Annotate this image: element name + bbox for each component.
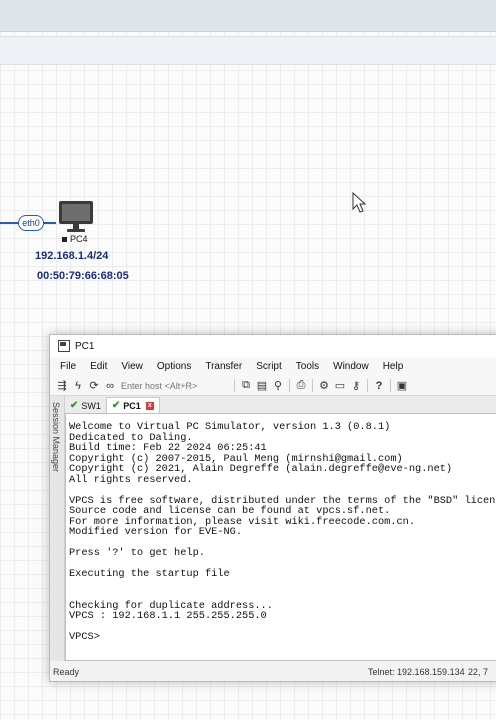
network-link[interactable] [0, 222, 20, 224]
toolbar-separator [390, 379, 391, 392]
menu-transfer[interactable]: Transfer [198, 361, 249, 372]
toolbar-separator [289, 379, 290, 392]
window-title: PC1 [75, 340, 95, 352]
reconnect-icon[interactable]: ⟳ [86, 379, 102, 393]
node-ip-address: 192.168.1.4/24 [35, 250, 109, 262]
menu-bar: File Edit View Options Transfer Script T… [50, 357, 496, 376]
menu-help[interactable]: Help [376, 361, 411, 372]
settings-gear-icon[interactable]: ⚙ [316, 379, 332, 393]
menu-edit[interactable]: Edit [83, 361, 114, 372]
status-bar: Ready Telnet: 192.168.159.134 22, 7 [50, 663, 496, 681]
menu-view[interactable]: View [114, 361, 150, 372]
status-connection: Telnet: 192.168.159.134 [368, 667, 465, 677]
pc-node-icon[interactable] [56, 200, 96, 236]
menu-tools[interactable]: Tools [289, 361, 326, 372]
node-status-icon [62, 236, 67, 242]
help-icon[interactable]: ? [371, 379, 387, 393]
paste-icon[interactable]: ▤ [254, 379, 270, 393]
host-input[interactable] [121, 379, 231, 392]
secondary-toolbar [0, 36, 496, 65]
toolbar-separator [312, 379, 313, 392]
toolbar: ⇶ ϟ ⟳ ∞ ⧉ ▤ ⚲ ⎙ ⚙ ▭ ⚷ ? ▣ [50, 376, 496, 396]
find-icon[interactable]: ⚲ [270, 379, 286, 393]
tab-pc1[interactable]: ✔ PC1 x [105, 397, 160, 413]
close-tab-icon[interactable]: x [145, 401, 154, 410]
connected-check-icon: ✔ [111, 400, 121, 411]
keymap-icon[interactable]: ▭ [332, 379, 348, 393]
terminal-output[interactable]: Welcome to Virtual PC Simulator, version… [65, 413, 496, 661]
tab-label: PC1 [123, 400, 141, 411]
quick-connect-icon[interactable]: ϟ [70, 379, 86, 393]
menu-script[interactable]: Script [249, 361, 289, 372]
session-manager-label: Session Manager [51, 402, 61, 473]
app-icon [58, 340, 70, 352]
menu-window[interactable]: Window [326, 361, 376, 372]
menu-file[interactable]: File [50, 361, 83, 372]
node-mac-address: 00:50:79:66:68:05 [37, 270, 129, 282]
terminal-text: Welcome to Virtual PC Simulator, version… [69, 421, 496, 643]
key-icon[interactable]: ⚷ [348, 379, 364, 393]
copy-icon[interactable]: ⧉ [238, 379, 254, 393]
toolbar-separator [367, 379, 368, 392]
toolbar-separator [234, 379, 235, 392]
link-icon[interactable]: ∞ [102, 379, 118, 393]
session-manager-tab[interactable]: Session Manager [50, 396, 65, 661]
menu-options[interactable]: Options [150, 361, 198, 372]
print-icon[interactable]: ⎙ [293, 379, 309, 393]
terminal-window: PC1 File Edit View Options Transfer Scri… [49, 334, 496, 682]
status-cursor-position: 22, 7 [468, 667, 489, 677]
tab-label: SW1 [81, 400, 101, 411]
node-name: PC4 [70, 234, 88, 244]
connect-icon[interactable]: ⇶ [54, 379, 70, 393]
node-label[interactable]: PC4 [62, 234, 88, 244]
top-toolbar [0, 0, 496, 32]
connected-check-icon: ✔ [70, 400, 79, 411]
interface-label[interactable]: eth0 [18, 215, 44, 231]
mouse-cursor-icon [352, 191, 368, 219]
session-tabs: ✔ SW1 ✔ PC1 x [65, 396, 496, 413]
screen-icon[interactable]: ▣ [394, 379, 410, 393]
window-title-bar[interactable]: PC1 [50, 335, 496, 357]
status-ready: Ready [53, 667, 80, 677]
tab-sw1[interactable]: ✔ SW1 [65, 398, 106, 413]
